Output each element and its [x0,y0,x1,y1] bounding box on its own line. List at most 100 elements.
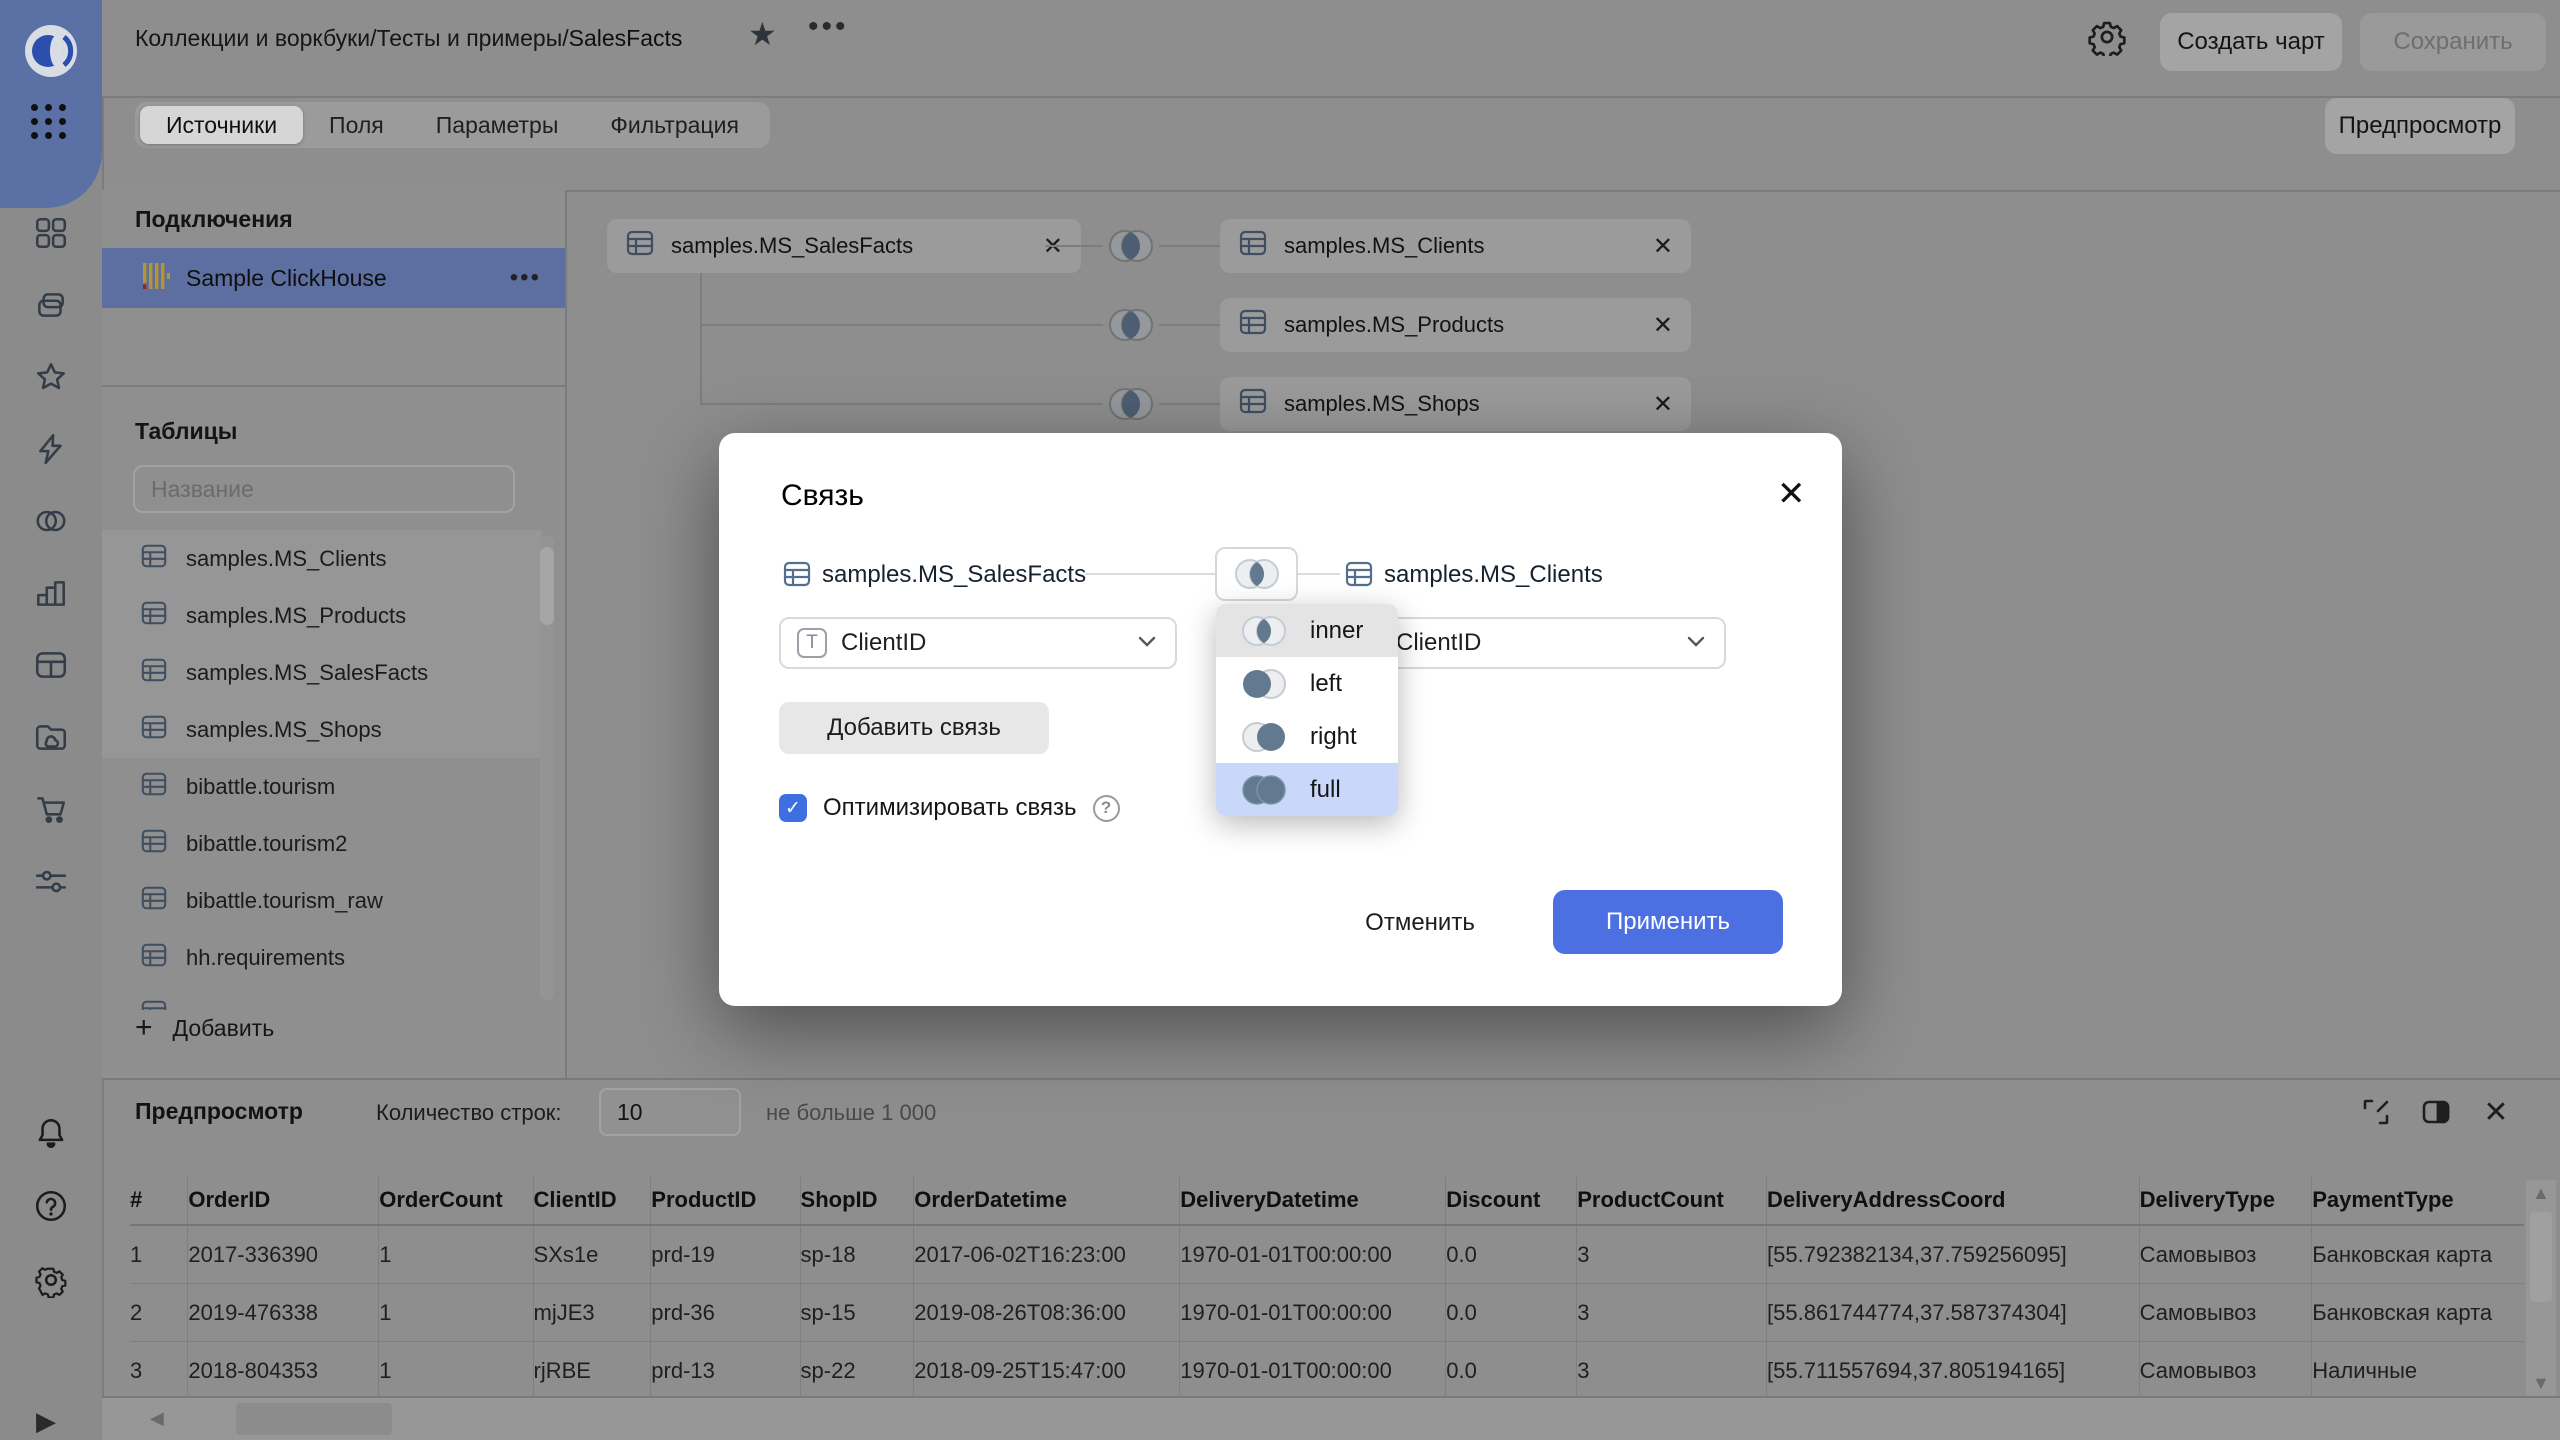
cell: [55.792382134,37.759256095] [1767,1225,2140,1284]
join-badge-clients[interactable] [1103,219,1159,278]
expand-panel-icon[interactable]: ▶ [36,1406,56,1437]
column-header: OrderID [188,1176,379,1225]
canvas-node-products[interactable]: samples.MS_Products ✕ [1220,298,1691,352]
connection-more-icon[interactable]: ••• [510,264,541,292]
preview-hscrollbar[interactable]: ◀ [102,1398,2560,1440]
cell: [55.711557694,37.805194165] [1767,1342,2140,1400]
services-icon[interactable] [26,856,76,906]
table-item[interactable]: bibattle.tourism [102,758,542,815]
apply-button[interactable]: Применить [1553,890,1783,954]
table-item[interactable]: samples.MS_Shops [102,701,542,758]
join-option-full[interactable]: full [1216,763,1398,816]
tables-icon[interactable] [26,640,76,690]
dashboards-icon[interactable] [26,208,76,258]
vscroll-thumb[interactable] [2530,1212,2552,1302]
settings-icon[interactable] [26,1255,76,1305]
scroll-left-icon[interactable]: ◀ [150,1409,164,1427]
hscroll-thumb[interactable] [236,1403,392,1435]
modal-close-icon[interactable]: ✕ [1777,477,1806,511]
tab-filtering[interactable]: Фильтрация [584,106,765,144]
table-item[interactable]: bibattle.tourism_raw [102,872,542,929]
notifications-icon[interactable] [26,1108,76,1158]
collections-icon[interactable] [26,280,76,330]
table-search-input[interactable] [133,465,515,513]
table-item[interactable]: hh.requirements [102,929,542,986]
optimize-row: ✓ Оптимизировать связь ? [779,793,1120,823]
join-type-dropdown: inner left right full [1216,604,1398,816]
cell: 3 [1577,1284,1767,1342]
join-badge-shops[interactable] [1103,377,1159,436]
cell: 3 [1577,1225,1767,1284]
clickhouse-icon [140,261,170,296]
row-count-input[interactable] [599,1088,741,1136]
table-item[interactable]: samples.MS_Clients [102,530,542,587]
preview-layout-icon[interactable] [2416,1092,2456,1132]
left-field-select[interactable]: T ClientID [779,617,1177,669]
scroll-down-icon[interactable]: ▼ [2532,1374,2550,1392]
add-join-button[interactable]: Добавить связь [779,702,1049,754]
apps-grid-icon[interactable] [31,104,66,139]
breadcrumb-workbook[interactable]: Тесты и примеры [376,25,562,52]
datalens-logo[interactable] [24,24,78,83]
join-type-trigger[interactable] [1215,547,1298,601]
cell: rjRBE [533,1342,651,1400]
cell: 1 [379,1284,533,1342]
cell: prd-13 [651,1342,800,1400]
chevron-down-icon [1135,629,1159,658]
column-header: DeliveryType [2139,1176,2312,1225]
remove-table-icon[interactable]: ✕ [1633,232,1673,261]
cell: Самовывоз [2139,1225,2312,1284]
canvas-node-clients[interactable]: samples.MS_Clients ✕ [1220,219,1691,273]
column-header: OrderDatetime [914,1176,1180,1225]
storage-icon[interactable] [26,712,76,762]
help-circle-icon[interactable]: ? [1093,795,1120,822]
cancel-button[interactable]: Отменить [1345,891,1495,955]
preview-expand-icon[interactable] [2356,1092,2396,1132]
join-badge-products[interactable] [1103,298,1159,357]
canvas-node-shops[interactable]: samples.MS_Shops ✕ [1220,377,1691,431]
breadcrumb-collections[interactable]: Коллекции и воркбуки [135,25,370,52]
header-settings-icon[interactable] [2082,12,2132,62]
remove-table-icon[interactable]: ✕ [1633,390,1673,419]
preview-vscrollbar[interactable]: ▲ ▼ [2526,1180,2556,1396]
favorites-icon[interactable] [26,352,76,402]
tab-parameters[interactable]: Параметры [410,106,585,144]
cell: 1970-01-01T00:00:00 [1180,1342,1446,1400]
preview-toggle-button[interactable]: Предпросмотр [2325,98,2515,154]
modal-title: Связь [781,479,864,513]
join-option-inner[interactable]: inner [1216,604,1398,657]
connections-icon[interactable] [26,424,76,474]
table-item[interactable]: bibattle.tourism2 [102,815,542,872]
canvas-node-salesfacts[interactable]: samples.MS_SalesFacts ✕ [607,219,1081,273]
join-option-left[interactable]: left [1216,657,1398,710]
marketplace-icon[interactable] [26,784,76,834]
optimize-checkbox[interactable]: ✓ [779,794,807,822]
create-chart-button[interactable]: Создать чарт [2160,13,2342,71]
more-menu-icon[interactable]: ••• [808,10,849,44]
table-item[interactable]: samples.MS_SalesFacts [102,644,542,701]
datasets-icon[interactable] [26,496,76,546]
remove-table-icon[interactable]: ✕ [1633,311,1673,340]
table-item[interactable]: samples.MS_Products [102,587,542,644]
help-icon[interactable] [26,1181,76,1231]
tables-scrollbar[interactable] [540,535,554,1000]
table-row: 12017-3363901SXs1eprd-19sp-182017-06-02T… [130,1225,2524,1284]
preview-close-icon[interactable]: ✕ [2476,1092,2516,1132]
join-option-right[interactable]: right [1216,710,1398,763]
tab-sources[interactable]: Источники [140,106,303,144]
preview-table: #OrderIDOrderCountClientIDProductIDShopI… [130,1176,2524,1400]
save-button[interactable]: Сохранить [2360,13,2546,71]
favorite-star-icon[interactable]: ★ [748,15,777,53]
connection-item-selected[interactable]: Sample ClickHouse ••• [102,248,565,308]
breadcrumb: Коллекции и воркбуки / Тесты и примеры /… [135,18,682,58]
table-header-row: #OrderIDOrderCountClientIDProductIDShopI… [130,1176,2524,1225]
add-table-button[interactable]: + Добавить [135,1002,274,1054]
charts-icon[interactable] [26,568,76,618]
datalens-dataset-editor: ▶ Коллекции и воркбуки / Тесты и примеры… [0,0,2560,1440]
cell: Наличные [2312,1342,2524,1400]
optimize-label: Оптимизировать связь [823,794,1077,822]
cell: Банковская карта [2312,1284,2524,1342]
tab-fields[interactable]: Поля [303,106,410,144]
scroll-up-icon[interactable]: ▲ [2532,1184,2550,1202]
cell: 2017-06-02T16:23:00 [914,1225,1180,1284]
